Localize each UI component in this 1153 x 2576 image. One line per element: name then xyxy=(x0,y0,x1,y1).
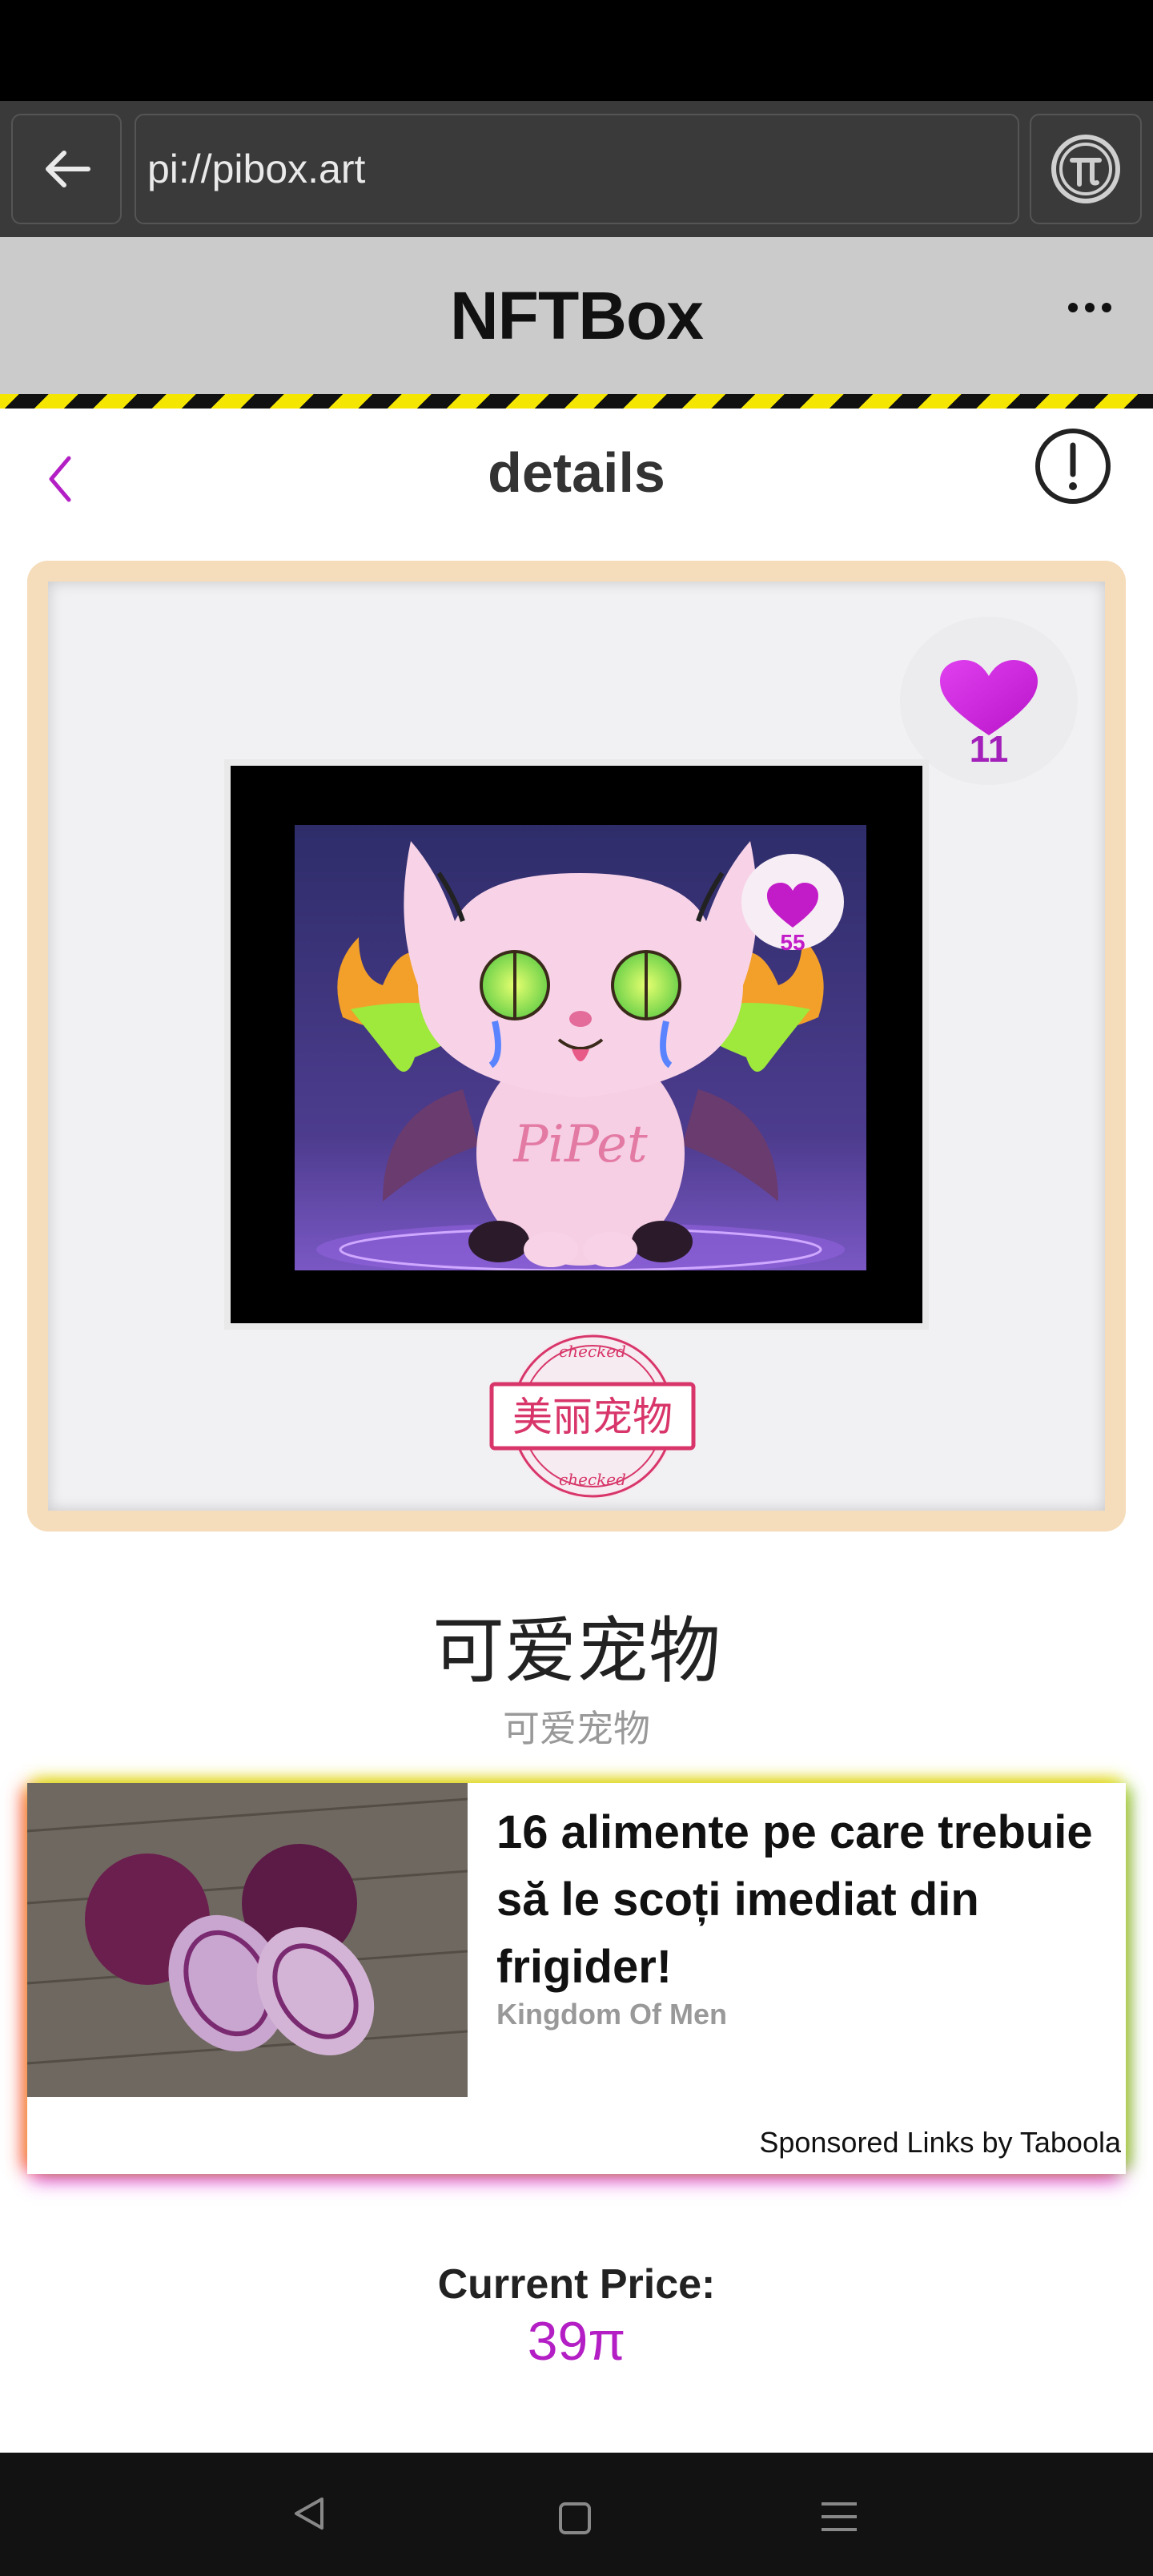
browser-back-button[interactable] xyxy=(11,114,122,224)
stamp-ring-text-top: checked xyxy=(559,1342,626,1361)
price-value: 39π xyxy=(527,2311,626,2372)
system-nav-bar xyxy=(0,2453,1153,2576)
triangle-back-icon[interactable] xyxy=(290,2494,328,2533)
info-exclamation-icon xyxy=(1035,429,1111,504)
url-text: pi://pibox.art xyxy=(147,147,366,191)
artwork-frame: PiPet 55 xyxy=(224,759,929,1330)
nft-artwork-image[interactable]: PiPet 55 xyxy=(295,825,866,1270)
artwork-border: PiPet 55 xyxy=(231,766,922,1323)
app-header: NFTBox xyxy=(0,237,1153,394)
nft-title: 可爱宠物 xyxy=(432,1609,721,1693)
hazard-stripe-divider xyxy=(0,394,1153,409)
report-button[interactable] xyxy=(1033,426,1113,510)
heart-icon[interactable] xyxy=(937,658,1041,739)
artwork-body-text: PiPet xyxy=(512,1115,648,1174)
page-header: details xyxy=(0,409,1153,537)
status-bar xyxy=(0,0,1153,101)
page-title: details xyxy=(488,441,665,504)
pi-wallet-button[interactable] xyxy=(1030,114,1142,224)
ad-headline[interactable]: 16 alimente pe care trebuie să le scoți … xyxy=(496,1799,1121,2001)
image-like-count: 55 xyxy=(780,930,805,955)
square-home-icon[interactable] xyxy=(557,2501,593,2536)
checked-stamp: checked checked 美丽宠物 xyxy=(489,1333,696,1499)
ad-source: Kingdom Of Men xyxy=(496,1998,727,2031)
url-field[interactable]: pi://pibox.art xyxy=(135,114,1019,224)
price-label: Current Price: xyxy=(437,2261,716,2308)
ad-sponsor-link[interactable]: Sponsored Links by Taboola xyxy=(759,2126,1121,2159)
nft-subtitle: 可爱宠物 xyxy=(503,1707,650,1750)
app-title: NFTBox xyxy=(450,277,704,353)
pi-coin-icon xyxy=(1051,135,1120,203)
arrow-left-icon xyxy=(46,151,90,187)
stamp-ring-text-bottom: checked xyxy=(559,1470,626,1489)
menu-lines-icon[interactable] xyxy=(818,2499,860,2534)
more-dots-icon[interactable] xyxy=(1068,303,1111,312)
ad-image[interactable] xyxy=(27,1783,468,2097)
sponsored-ad-card[interactable]: 16 alimente pe care trebuie să le scoți … xyxy=(27,1783,1126,2174)
stamp-text: 美丽宠物 xyxy=(512,1394,673,1440)
